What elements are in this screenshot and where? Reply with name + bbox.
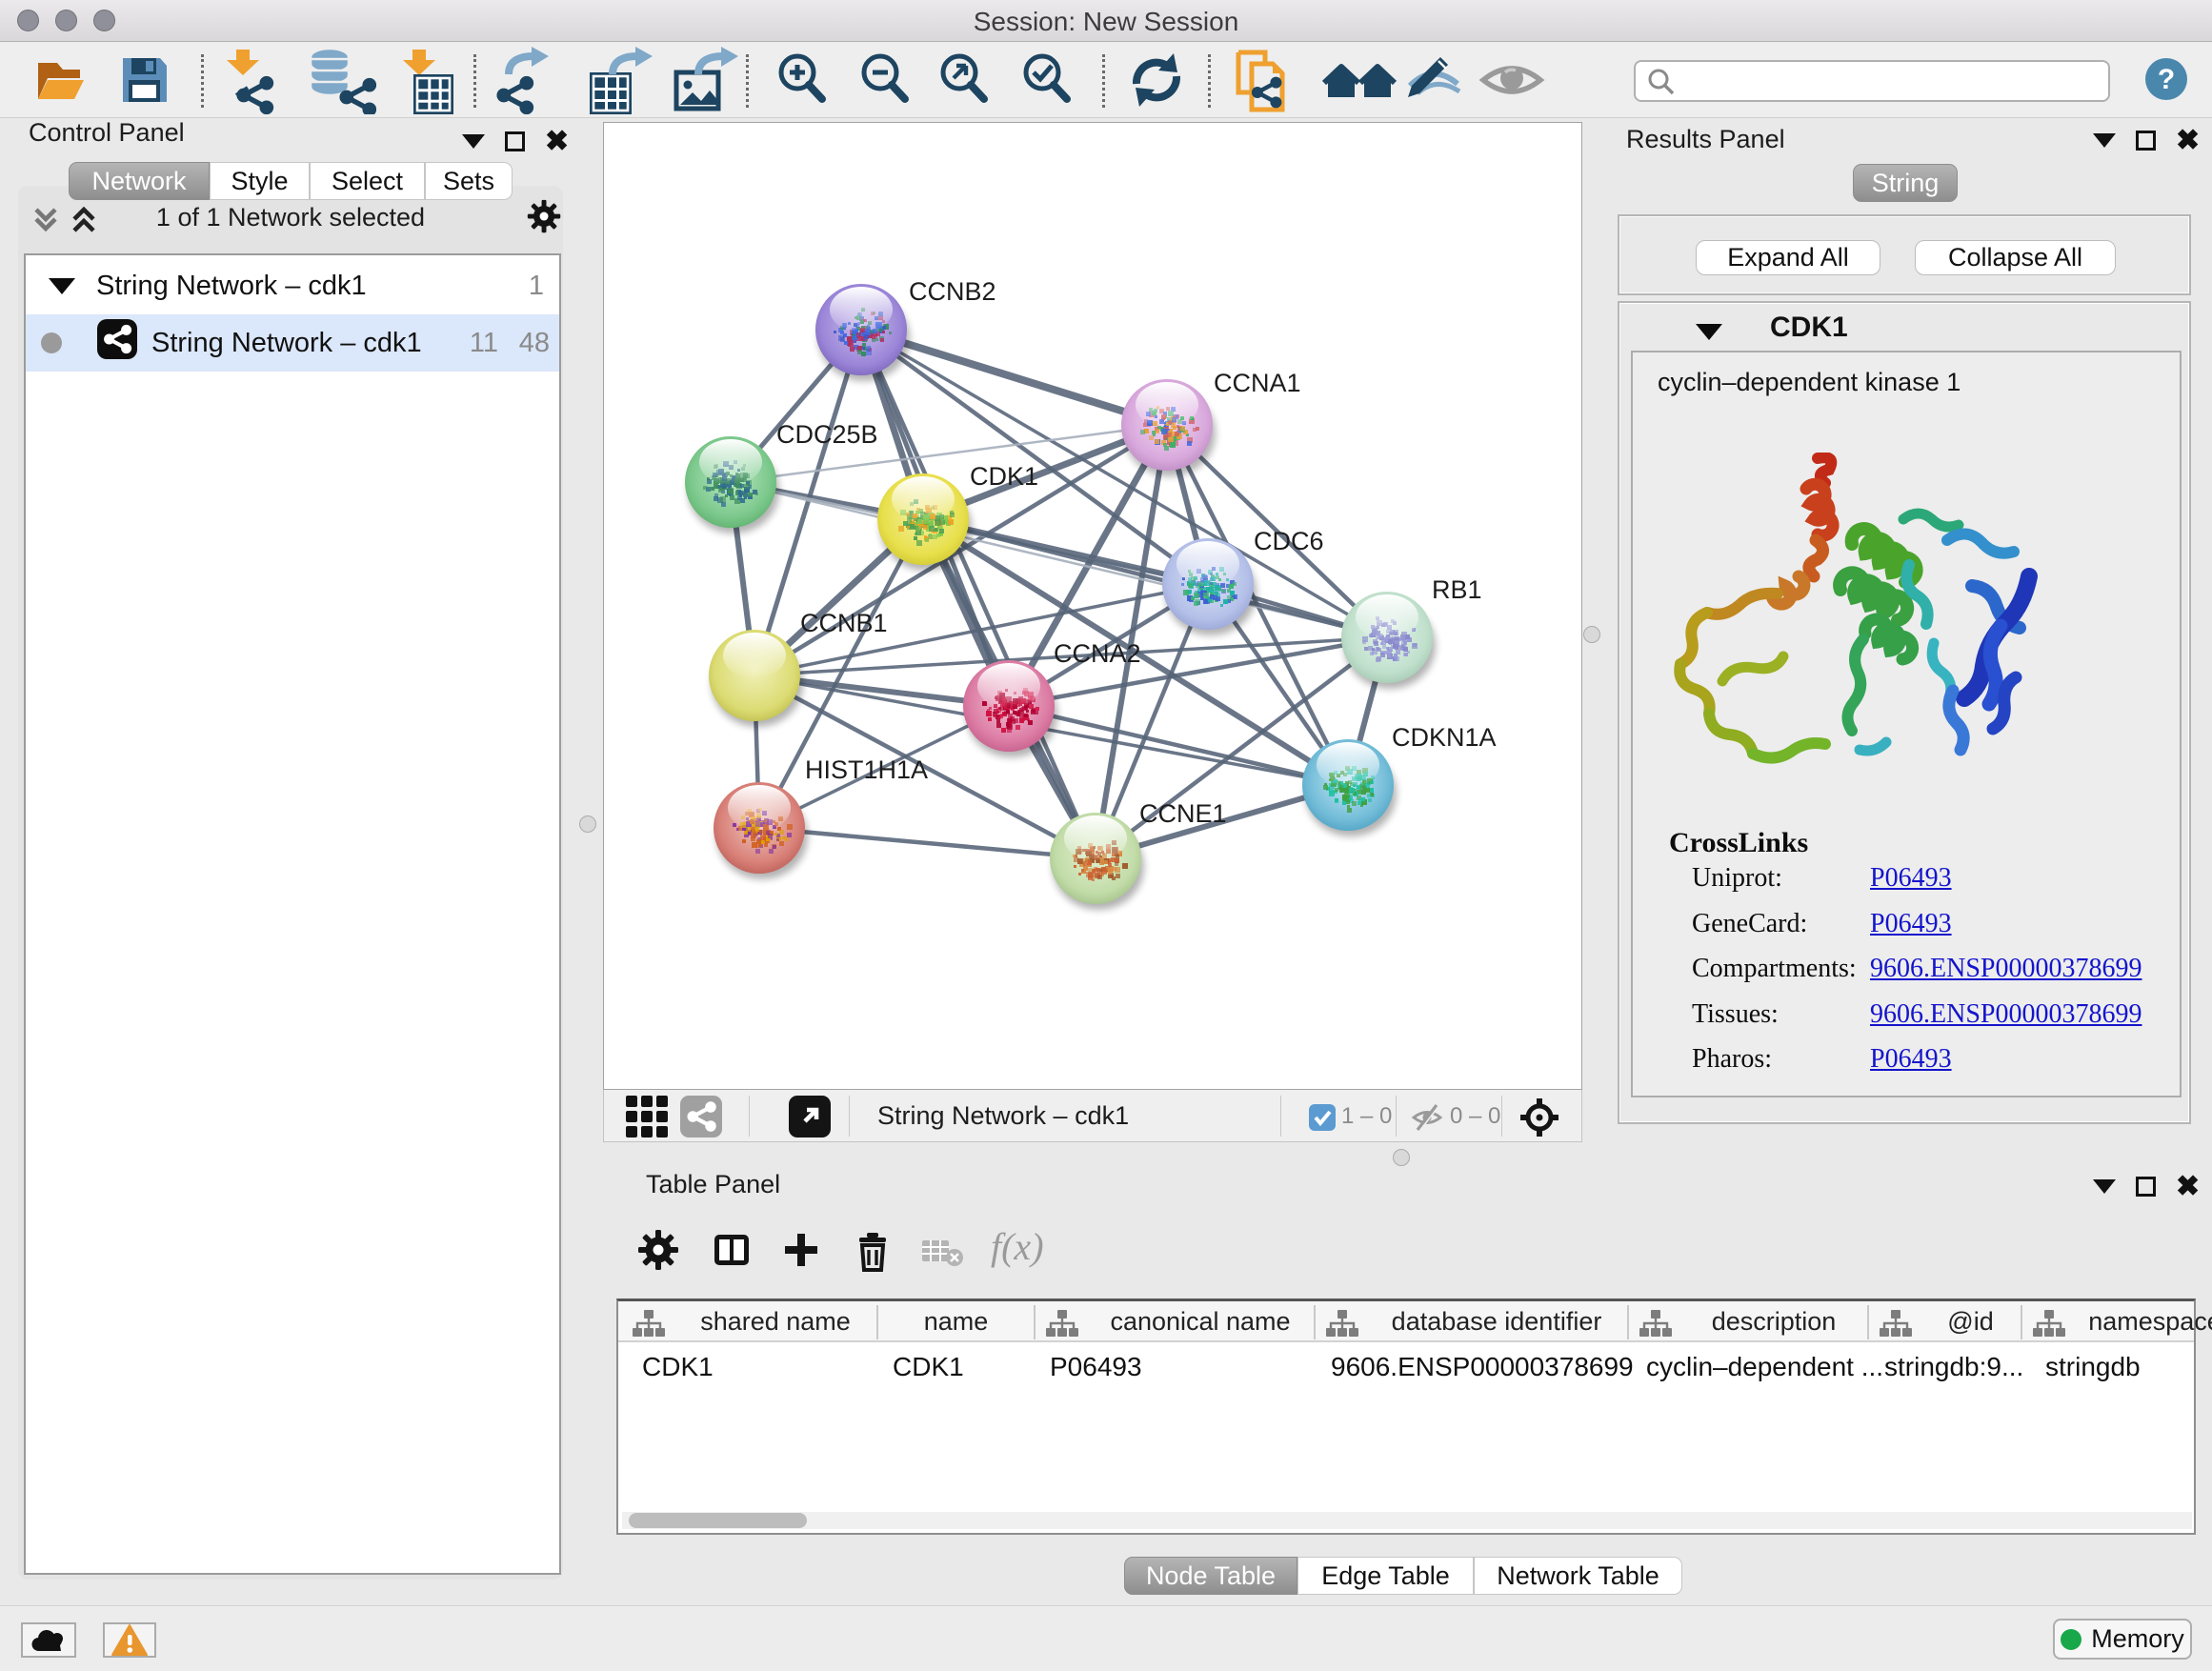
svg-text:CCNA1: CCNA1: [1214, 369, 1301, 397]
svg-text:CDC25B: CDC25B: [776, 420, 878, 449]
svg-text:CCNA2: CCNA2: [1054, 639, 1141, 668]
svg-text:RB1: RB1: [1432, 575, 1482, 604]
svg-text:CCNB1: CCNB1: [800, 609, 888, 637]
svg-text:CCNB2: CCNB2: [909, 277, 996, 306]
svg-text:CDK1: CDK1: [970, 462, 1038, 491]
svg-text:?: ?: [2158, 64, 2175, 95]
svg-text:CCNE1: CCNE1: [1139, 799, 1227, 828]
svg-text:CDC6: CDC6: [1254, 527, 1324, 555]
svg-text:CDKN1A: CDKN1A: [1392, 723, 1497, 752]
svg-text:HIST1H1A: HIST1H1A: [805, 755, 928, 784]
